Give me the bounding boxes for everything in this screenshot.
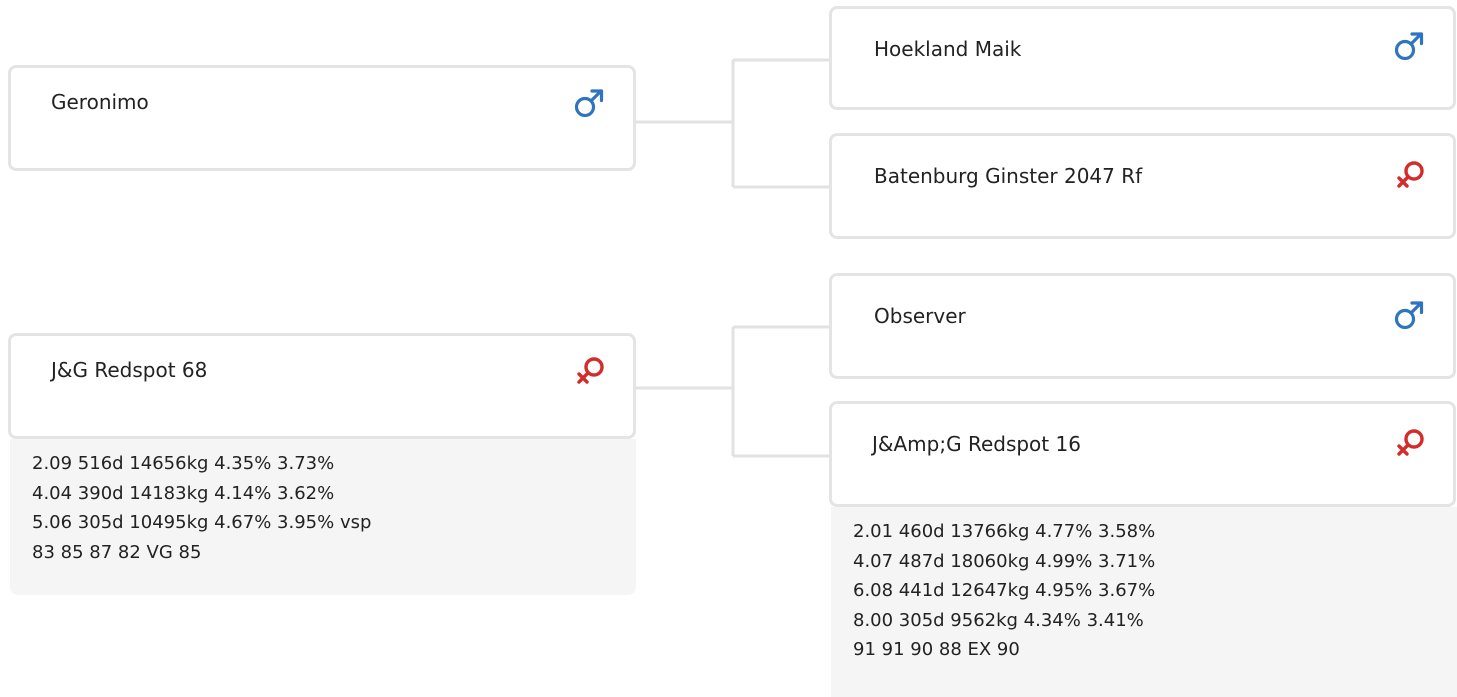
pedigree-card-sire-sire[interactable]: Hoekland Maik <box>829 6 1456 110</box>
performance-stats: 2.09 516d 14656kg 4.35% 3.73% 4.04 390d … <box>10 439 636 595</box>
stats-line: 2.01 460d 13766kg 4.77% 3.58% <box>853 521 1156 542</box>
female-icon <box>1397 429 1424 456</box>
female-icon <box>577 357 604 384</box>
stats-line: 6.08 441d 12647kg 4.95% 3.67% <box>853 580 1156 601</box>
stats-line: 91 91 90 88 EX 90 <box>853 639 1020 660</box>
animal-name: J&G Redspot 68 <box>51 358 208 382</box>
animal-name: J&Amp;G Redspot 16 <box>872 432 1081 456</box>
female-icon <box>1397 161 1424 188</box>
stats-line: 8.00 305d 9562kg 4.34% 3.41% <box>853 609 1144 631</box>
stats-line: 2.09 516d 14656kg 4.35% 3.73% <box>32 453 335 474</box>
stats-line: 5.06 305d 10495kg 4.67% 3.95% vsp <box>32 512 372 533</box>
male-icon <box>574 89 604 118</box>
stats-line: 4.04 390d 14183kg 4.14% 3.62% <box>32 482 335 504</box>
pedigree-card-sire[interactable]: Geronimo <box>8 65 636 171</box>
animal-name: Observer <box>874 304 966 328</box>
pedigree-card-dam-sire[interactable]: Observer <box>829 273 1456 379</box>
male-icon <box>1394 32 1424 61</box>
stats-line: 4.07 487d 18060kg 4.99% 3.71% <box>853 550 1156 572</box>
animal-name: Geronimo <box>51 90 149 114</box>
male-icon <box>1394 301 1424 330</box>
stats-line: 83 85 87 82 VG 85 <box>32 541 202 563</box>
pedigree-card-sire-dam[interactable]: Batenburg Ginster 2047 Rf <box>829 133 1456 239</box>
animal-name: Hoekland Maik <box>874 37 1022 61</box>
pedigree-card-dam-dam[interactable]: J&Amp;G Redspot 16 <box>829 401 1456 507</box>
pedigree-card-dam[interactable]: J&G Redspot 68 <box>8 333 636 439</box>
animal-name: Batenburg Ginster 2047 Rf <box>874 164 1143 188</box>
performance-stats: 2.01 460d 13766kg 4.77% 3.58% 4.07 487d … <box>831 507 1457 697</box>
